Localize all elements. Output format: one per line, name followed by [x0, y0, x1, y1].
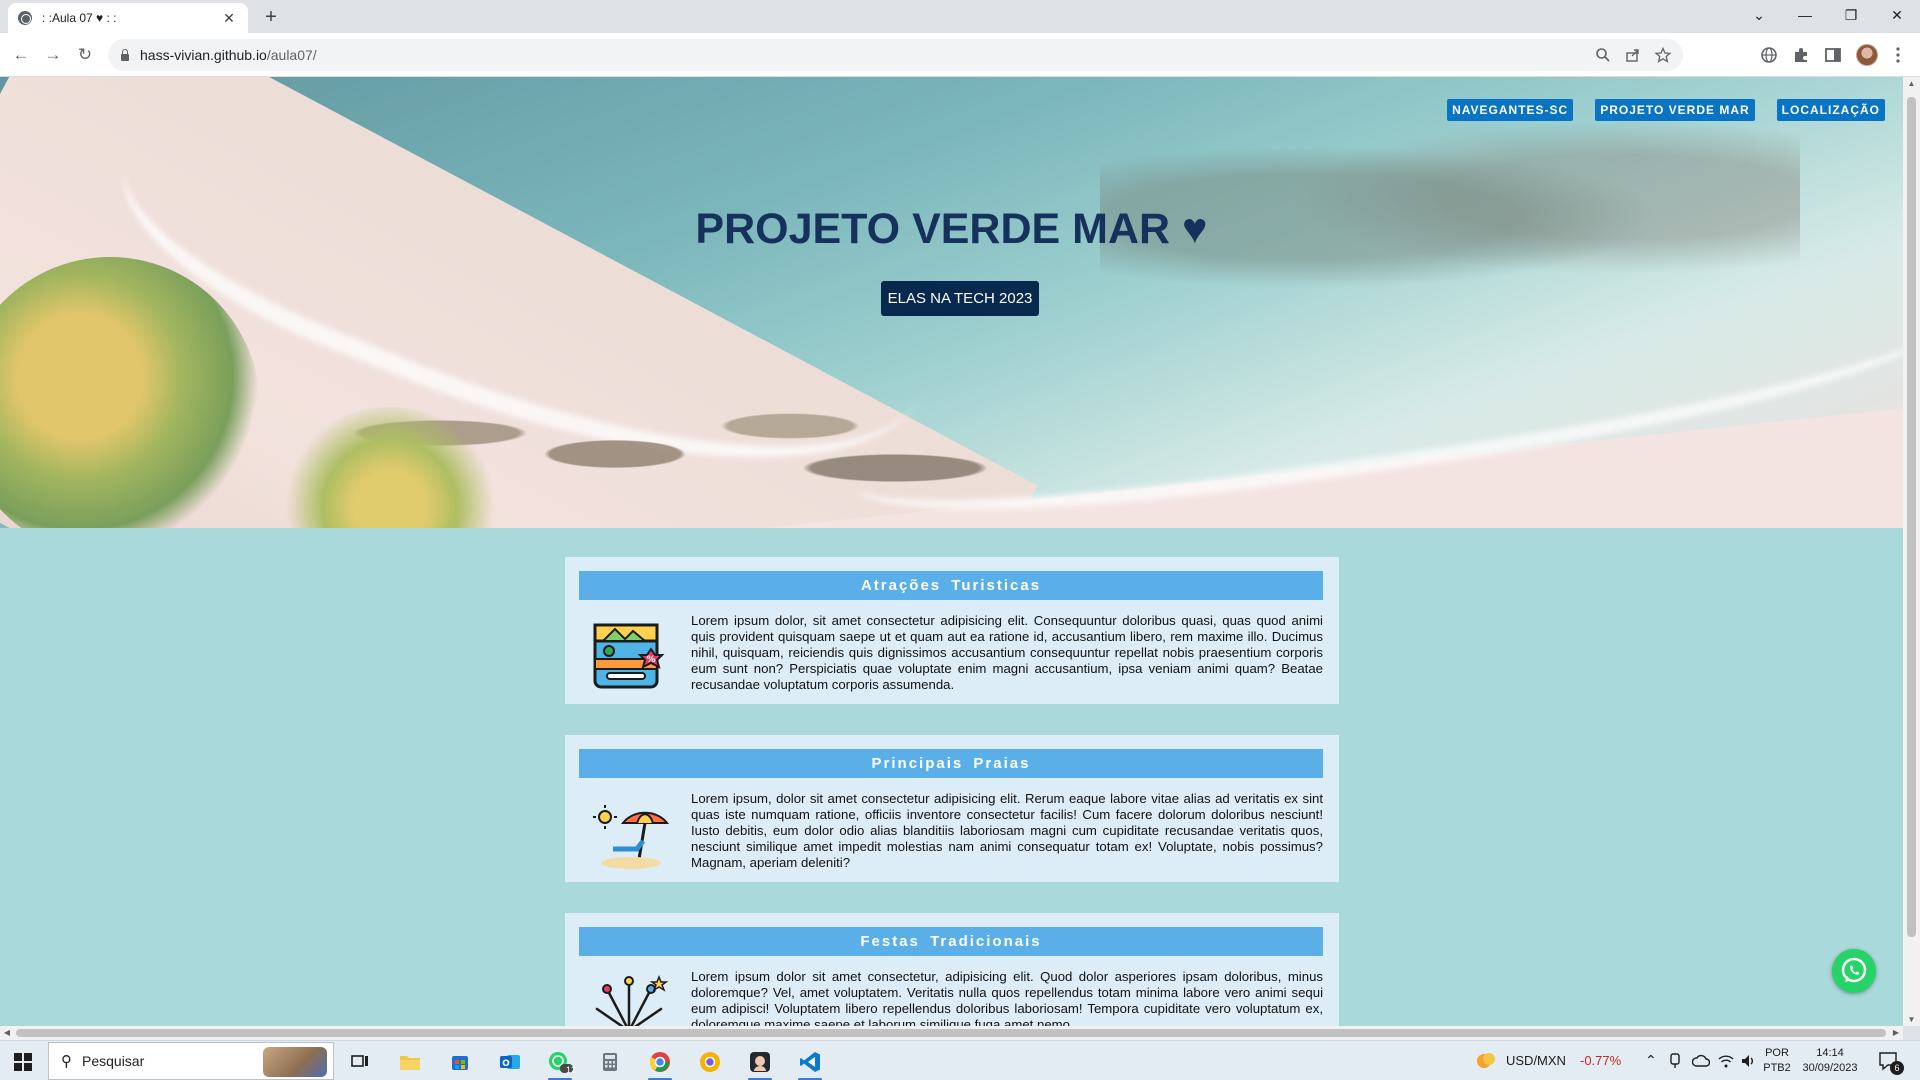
windows-taskbar: ⚲ Pesquisar O 12 USD/MXN -0.77% ⌃ POR PT… [0, 1040, 1920, 1080]
nav-link-projeto-verde-mar[interactable]: PROJETO VERDE MAR [1595, 99, 1755, 121]
page-title: PROJETO VERDE MAR ♥ [695, 205, 1208, 253]
vscode-icon[interactable] [790, 1045, 830, 1080]
scroll-down-arrow-icon[interactable]: ▼ [1903, 1015, 1920, 1024]
nav-link-localizacao[interactable]: LOCALIZAÇÃO [1776, 99, 1885, 121]
whatsapp-unread-badge: 12 [566, 1065, 577, 1075]
svg-text:%: % [646, 655, 655, 665]
url-path: /aula07/ [266, 47, 317, 63]
taskbar-search-box[interactable]: ⚲ Pesquisar [48, 1042, 334, 1080]
vertical-scroll-thumb[interactable] [1907, 97, 1916, 937]
vertical-scrollbar[interactable]: ▲ ▼ [1903, 77, 1920, 1026]
share-icon[interactable] [1625, 47, 1641, 63]
taskbar-clock-time[interactable]: 14:14 [1798, 1046, 1862, 1060]
chrome-canary-icon[interactable] [690, 1045, 730, 1079]
tab-title: : :Aula 07 ♥ : : [42, 11, 117, 25]
event-badge: ELAS NA TECH 2023 [881, 281, 1039, 316]
map-discount-icon: % [593, 623, 665, 689]
input-language-top[interactable]: POR [1762, 1046, 1792, 1060]
profile-avatar[interactable] [1856, 44, 1878, 66]
ticker-change: -0.77% [1580, 1053, 1622, 1068]
browser-toolbar: ← → ↻ hass-vivian.github.io /aula07/ [0, 33, 1920, 77]
section-card-festas: Festas Tradicionais Lorem ipsum dolor si… [565, 913, 1339, 1026]
tab-close-icon[interactable]: ✕ [220, 10, 238, 27]
zoom-icon[interactable] [1595, 47, 1611, 63]
browser-tab-bar: : :Aula 07 ♥ : : ✕ + ⌄ — ❐ ✕ [0, 0, 1920, 33]
meet-now-icon[interactable] [1668, 1053, 1682, 1069]
scroll-left-arrow-icon[interactable]: ◀ [0, 1026, 14, 1040]
page-viewport: NAVEGANTES-SC PROJETO VERDE MAR LOCALIZA… [0, 77, 1903, 1026]
beach-umbrella-icon [593, 805, 669, 869]
show-hidden-icons-chevron-icon[interactable]: ⌃ [1645, 1052, 1657, 1069]
section-text: Lorem ipsum dolor sit amet consectetur, … [691, 969, 1323, 1026]
task-view-icon[interactable] [340, 1045, 380, 1079]
whatsapp-taskbar-icon[interactable]: 12 [540, 1045, 580, 1080]
minimize-button[interactable]: — [1782, 0, 1828, 30]
search-highlight-image [263, 1047, 327, 1077]
wifi-icon[interactable] [1718, 1053, 1734, 1069]
bookmark-star-icon[interactable] [1655, 47, 1671, 63]
input-language-bottom[interactable]: PTB2 [1762, 1061, 1792, 1075]
tab-search-icon[interactable]: ⌄ [1736, 0, 1782, 30]
lock-icon[interactable] [120, 49, 130, 61]
forward-icon[interactable]: → [40, 42, 66, 68]
section-title: Festas Tradicionais [579, 927, 1323, 956]
nav-link-navegantes[interactable]: NAVEGANTES-SC [1447, 99, 1574, 121]
new-tab-button[interactable]: + [258, 4, 284, 30]
onedrive-cloud-icon[interactable] [1692, 1054, 1710, 1068]
close-window-button[interactable]: ✕ [1874, 0, 1920, 30]
volume-icon[interactable] [1740, 1053, 1756, 1069]
windows-start-icon[interactable] [14, 1053, 32, 1071]
notification-count-badge: 6 [1890, 1061, 1904, 1075]
whatsapp-float-button[interactable] [1832, 949, 1876, 993]
svg-text:O: O [502, 1059, 510, 1069]
fireworks-icon [595, 974, 669, 1026]
section-text: Lorem ipsum, dolor sit amet consectetur … [691, 791, 1323, 870]
section-text: Lorem ipsum dolor, sit amet consectetur … [691, 613, 1323, 692]
globe-icon [18, 11, 32, 25]
section-card-praias: Principais Praias Lorem ipsum, dolor sit… [565, 735, 1339, 882]
github-desktop-icon[interactable] [740, 1045, 780, 1080]
section-title: Atrações Turisticas [579, 571, 1323, 600]
address-bar[interactable]: hass-vivian.github.io /aula07/ [108, 39, 1683, 71]
horizontal-scroll-thumb[interactable] [16, 1029, 1886, 1037]
calculator-icon[interactable] [590, 1045, 630, 1079]
reload-icon[interactable]: ↻ [72, 42, 98, 68]
scroll-up-arrow-icon[interactable]: ▲ [1903, 79, 1920, 88]
top-navigation: NAVEGANTES-SC PROJETO VERDE MAR LOCALIZA… [1447, 99, 1885, 121]
extensions-puzzle-icon[interactable] [1790, 44, 1812, 66]
scroll-right-arrow-icon[interactable]: ▶ [1889, 1026, 1903, 1040]
microsoft-store-icon[interactable] [440, 1045, 480, 1079]
back-icon[interactable]: ← [8, 42, 34, 68]
chrome-icon[interactable] [640, 1045, 680, 1080]
section-card-atracoes: Atrações Turisticas % Lorem ipsum dolor,… [565, 557, 1339, 704]
restore-button[interactable]: ❐ [1828, 0, 1874, 30]
taskbar-clock-date[interactable]: 30/09/2023 [1798, 1061, 1862, 1075]
ticker-label[interactable]: USD/MXN [1506, 1053, 1566, 1068]
kebab-menu-icon[interactable] [1887, 44, 1909, 66]
section-title: Principais Praias [579, 749, 1323, 778]
url-host: hass-vivian.github.io [140, 47, 267, 63]
search-icon: ⚲ [61, 1053, 72, 1070]
horizontal-scrollbar[interactable]: ◀ ▶ [0, 1026, 1903, 1040]
currency-widget-icon[interactable] [1476, 1051, 1496, 1071]
taskbar-search-placeholder: Pesquisar [82, 1053, 145, 1069]
browser-tab[interactable]: : :Aula 07 ♥ : : ✕ [8, 3, 248, 33]
extension-globe-icon[interactable] [1758, 44, 1780, 66]
outlook-icon[interactable]: O [490, 1045, 530, 1079]
side-panel-icon[interactable] [1822, 44, 1844, 66]
file-explorer-icon[interactable] [390, 1045, 430, 1079]
hero-banner: NAVEGANTES-SC PROJETO VERDE MAR LOCALIZA… [0, 77, 1903, 528]
